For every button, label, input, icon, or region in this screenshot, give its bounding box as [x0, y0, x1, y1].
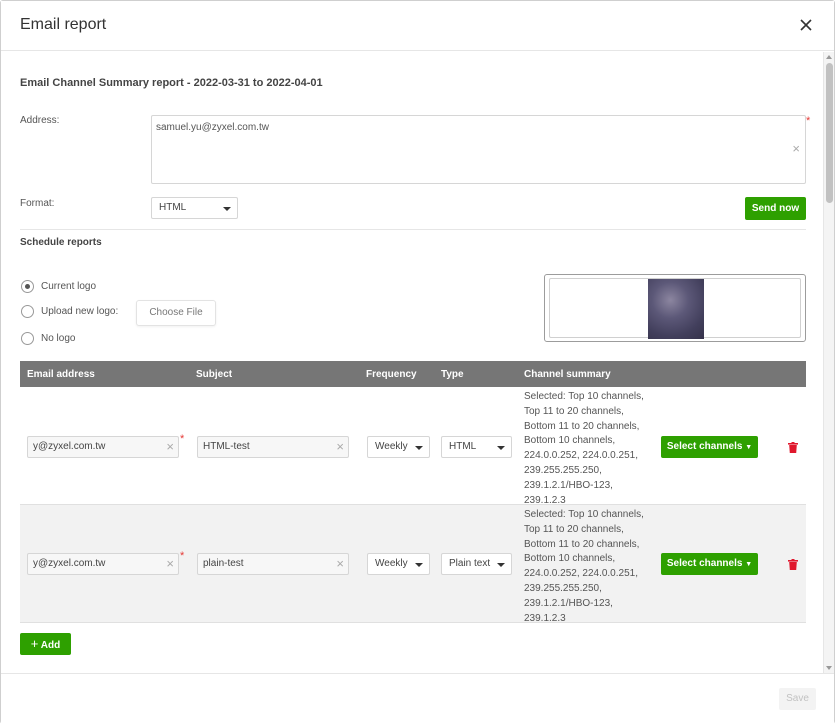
- radio-label-current-logo: Current logo: [41, 281, 97, 292]
- clear-email-icon[interactable]: ×: [166, 440, 174, 453]
- type-value: HTML: [449, 441, 477, 452]
- add-label: Add: [40, 640, 61, 651]
- format-label: Format:: [20, 198, 55, 209]
- caret-down-icon: ▼: [745, 444, 753, 451]
- frequency-value: Weekly: [375, 558, 408, 569]
- channel-summary: Selected: Top 10 channels, Top 11 to 20 …: [524, 391, 644, 506]
- clear-subject-icon[interactable]: ×: [336, 440, 344, 453]
- select-channels-label: Select channels: [666, 441, 743, 452]
- radio-label-no-logo: No logo: [41, 333, 76, 344]
- chevron-down-icon: [497, 446, 505, 450]
- subject-input[interactable]: plain-test ×: [197, 553, 349, 575]
- radio-current-logo[interactable]: [21, 280, 34, 293]
- choose-file-button[interactable]: Choose File: [136, 300, 216, 326]
- scroll-down-icon[interactable]: [826, 666, 832, 670]
- scroll-up-icon[interactable]: [826, 55, 832, 59]
- address-field[interactable]: samuel.yu@zyxel.com.tw ×: [151, 115, 806, 184]
- format-select[interactable]: HTML: [151, 197, 238, 219]
- address-value: samuel.yu@zyxel.com.tw: [156, 122, 269, 133]
- type-value: Plain text: [449, 558, 491, 569]
- divider: [20, 229, 806, 230]
- dialog-footer: Save: [1, 673, 834, 724]
- scroll-thumb[interactable]: [826, 63, 833, 203]
- subject-value: plain-test: [203, 558, 244, 569]
- clear-email-icon[interactable]: ×: [166, 557, 174, 570]
- trash-icon[interactable]: [788, 442, 798, 453]
- select-channels-button[interactable]: Select channels ▼: [661, 436, 758, 458]
- dialog-header: Email report: [1, 1, 834, 51]
- scrollbar[interactable]: [823, 52, 834, 673]
- type-select[interactable]: Plain text: [441, 553, 512, 575]
- chevron-down-icon: [497, 563, 505, 567]
- required-marker: *: [806, 115, 811, 127]
- select-channels-button[interactable]: Select channels ▼: [661, 553, 758, 575]
- column-header-email: Email address: [27, 369, 95, 380]
- logo-image: [648, 279, 704, 339]
- required-marker: *: [180, 433, 185, 445]
- email-input[interactable]: y@zyxel.com.tw ×: [27, 553, 179, 575]
- required-marker: *: [180, 550, 185, 562]
- email-value: y@zyxel.com.tw: [33, 441, 106, 452]
- table-header: Email address Subject Frequency Type Cha…: [20, 361, 806, 387]
- frequency-select[interactable]: Weekly: [367, 436, 430, 458]
- type-select[interactable]: HTML: [441, 436, 512, 458]
- dialog-title: Email report: [20, 16, 107, 33]
- trash-icon[interactable]: [788, 559, 798, 570]
- radio-no-logo[interactable]: [21, 332, 34, 345]
- email-input[interactable]: y@zyxel.com.tw ×: [27, 436, 179, 458]
- schedule-reports-title: Schedule reports: [20, 237, 102, 248]
- report-title: Email Channel Summary report - 2022-03-3…: [20, 77, 323, 89]
- column-header-channel-summary: Channel summary: [524, 369, 611, 380]
- save-button[interactable]: Save: [779, 688, 816, 710]
- subject-value: HTML-test: [203, 441, 250, 452]
- email-value: y@zyxel.com.tw: [33, 558, 106, 569]
- address-label: Address:: [20, 115, 60, 126]
- column-header-type: Type: [441, 369, 464, 380]
- logo-preview-inner: [549, 278, 801, 339]
- frequency-select[interactable]: Weekly: [367, 553, 430, 575]
- close-icon[interactable]: [796, 15, 816, 35]
- column-header-frequency: Frequency: [366, 369, 417, 380]
- radio-upload-logo[interactable]: [21, 305, 34, 318]
- email-report-dialog: Email report Email Channel Summary repor…: [0, 0, 835, 724]
- radio-label-upload-logo: Upload new logo:: [41, 306, 119, 317]
- table-row: y@zyxel.com.tw × * plain-test × Weekly P…: [20, 505, 806, 624]
- table-row: y@zyxel.com.tw × * HTML-test × Weekly HT…: [20, 387, 806, 506]
- column-header-subject: Subject: [196, 369, 233, 380]
- clear-subject-icon[interactable]: ×: [336, 557, 344, 570]
- chevron-down-icon: [223, 207, 231, 211]
- plus-icon: +: [30, 636, 39, 651]
- format-value: HTML: [159, 202, 187, 213]
- chevron-down-icon: [415, 446, 423, 450]
- subject-input[interactable]: HTML-test ×: [197, 436, 349, 458]
- dialog-body: Email Channel Summary report - 2022-03-3…: [1, 52, 823, 673]
- logo-preview: [544, 274, 806, 342]
- select-channels-label: Select channels: [666, 558, 743, 569]
- clear-address-icon[interactable]: ×: [792, 142, 800, 155]
- add-button[interactable]: + Add: [20, 633, 71, 655]
- send-now-button[interactable]: Send now: [745, 197, 806, 220]
- channel-summary: Selected: Top 10 channels, Top 11 to 20 …: [524, 509, 644, 624]
- chevron-down-icon: [415, 563, 423, 567]
- caret-down-icon: ▼: [745, 561, 753, 568]
- frequency-value: Weekly: [375, 441, 408, 452]
